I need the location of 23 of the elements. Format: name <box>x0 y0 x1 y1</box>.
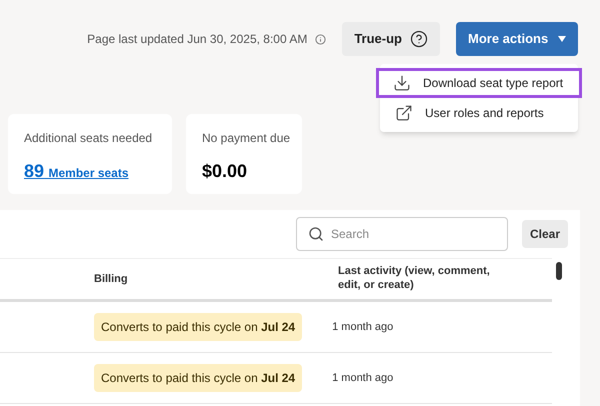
card-label: Additional seats needed <box>24 130 154 146</box>
menu-item[interactable]: Download seat type report <box>376 68 582 98</box>
clear-button[interactable]: Clear <box>522 220 568 248</box>
scrollbar-thumb[interactable] <box>556 262 562 280</box>
external-link-icon <box>395 104 413 122</box>
caret-icon <box>558 36 566 42</box>
amount-value: $0.00 <box>202 162 248 180</box>
help-icon <box>410 30 428 48</box>
last-updated-text: Page last updated Jun 30, 2025, 8:00 AM <box>87 31 308 48</box>
true-up-button[interactable]: True-up <box>342 22 440 56</box>
search-field[interactable]: Search <box>296 217 508 251</box>
more-actions-button[interactable]: More actions <box>456 22 578 56</box>
billing-badge: Converts to paid this cycle on Jul 24 <box>94 313 302 341</box>
member-seats-link[interactable]: 89 Member seats <box>24 162 156 181</box>
menu-item[interactable]: User roles and reports <box>380 98 578 128</box>
search-icon <box>308 226 324 242</box>
table-cell-text: 1 month ago <box>332 370 394 386</box>
column-header: Last activity (view, comment, edit, or create) <box>338 265 491 293</box>
download-icon <box>393 74 411 92</box>
column-header: Billing <box>94 272 129 287</box>
info-icon[interactable] <box>315 34 326 44</box>
table-cell-text: 1 month ago <box>332 320 394 335</box>
billing-badge: Converts to paid this cycle on Jul 24 <box>94 364 302 392</box>
